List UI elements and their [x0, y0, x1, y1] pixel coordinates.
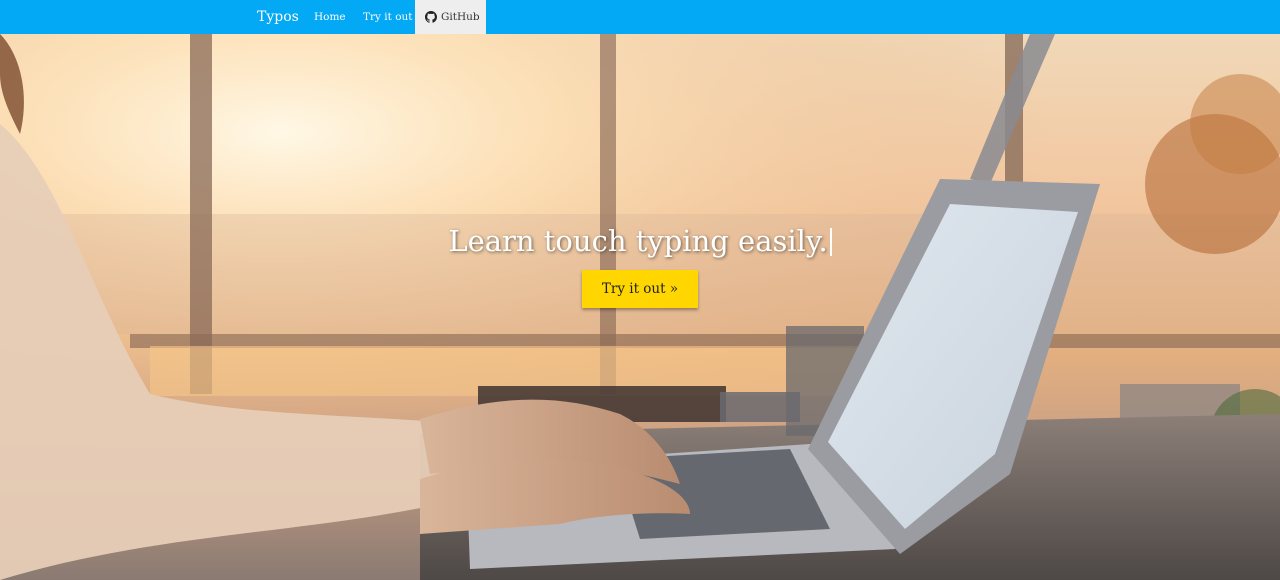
github-icon — [425, 11, 437, 23]
hero-section: Learn touch typing easily. Try it out » — [0, 34, 1280, 580]
nav-github-label: GitHub — [441, 11, 480, 23]
try-it-out-button[interactable]: Try it out » — [582, 270, 698, 308]
hero-headline-text: Learn touch typing easily. — [448, 224, 828, 258]
brand-logo[interactable]: Typos — [257, 0, 299, 34]
nav-home-link[interactable]: Home — [314, 0, 346, 34]
nav-try-it-out-link[interactable]: Try it out — [363, 0, 413, 34]
typing-cursor — [829, 228, 832, 256]
hero-headline: Learn touch typing easily. — [0, 224, 1280, 258]
nav-github-link[interactable]: GitHub — [415, 0, 486, 34]
top-navbar: Typos Home Try it out GitHub — [0, 0, 1280, 34]
